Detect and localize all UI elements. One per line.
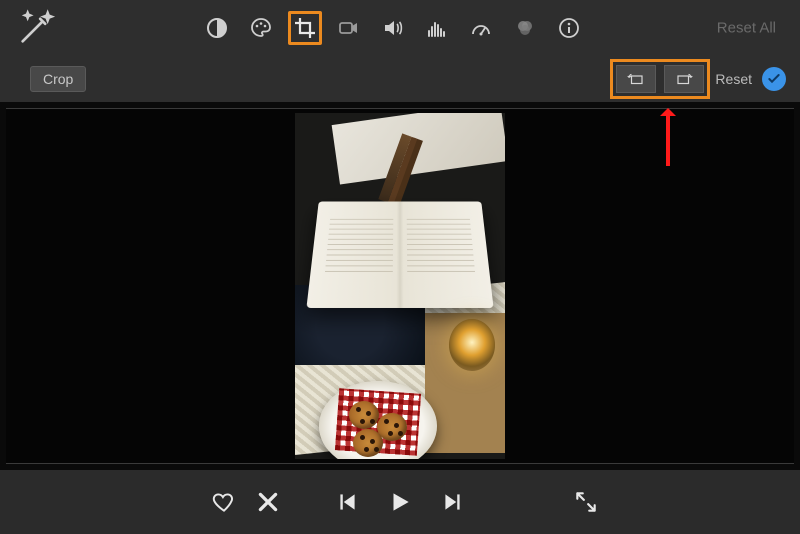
crop-icon — [293, 16, 317, 40]
x-icon — [255, 489, 281, 515]
contrast-icon — [205, 16, 229, 40]
media-clip — [295, 113, 505, 459]
color-circles-icon — [513, 16, 537, 40]
rotate-ccw-button[interactable] — [616, 65, 656, 93]
equalizer-button[interactable] — [420, 11, 454, 45]
checkmark-icon — [766, 71, 782, 87]
color-palette-button[interactable] — [244, 11, 278, 45]
rotate-counterclockwise-icon — [625, 70, 647, 88]
photo-cookie — [349, 401, 379, 429]
heart-icon — [211, 489, 237, 515]
equalizer-icon — [425, 16, 449, 40]
reset-crop-button[interactable]: Reset — [715, 71, 752, 87]
play-icon — [387, 489, 413, 515]
apply-button[interactable] — [762, 67, 786, 91]
magic-wand-button[interactable] — [16, 8, 56, 48]
rotate-buttons-group — [610, 59, 710, 99]
photo-papers — [332, 113, 505, 185]
favorite-button[interactable] — [210, 488, 238, 516]
rotate-clockwise-icon — [673, 70, 695, 88]
crop-button[interactable] — [288, 11, 322, 45]
info-button[interactable] — [552, 11, 586, 45]
magic-wand-icon — [16, 8, 56, 48]
reject-button[interactable] — [254, 488, 282, 516]
photo-cookie — [353, 429, 383, 457]
photo-candle — [449, 319, 495, 371]
transport-group — [333, 485, 467, 519]
tool-icons-row — [200, 0, 586, 56]
video-camera-button[interactable] — [332, 11, 366, 45]
volume-icon — [381, 16, 405, 40]
reset-all-button[interactable]: Reset All — [717, 20, 776, 37]
speedometer-icon — [469, 16, 493, 40]
fullscreen-icon — [573, 489, 599, 515]
crop-mode-button[interactable]: Crop — [30, 66, 86, 92]
speed-button[interactable] — [464, 11, 498, 45]
color-filter-button[interactable] — [508, 11, 542, 45]
prev-frame-button[interactable] — [333, 488, 361, 516]
next-frame-button[interactable] — [439, 488, 467, 516]
play-button[interactable] — [383, 485, 417, 519]
video-camera-icon — [337, 16, 361, 40]
rotate-cw-button[interactable] — [664, 65, 704, 93]
rating-group — [210, 488, 282, 516]
previous-frame-icon — [334, 489, 360, 515]
playback-footer — [0, 470, 800, 534]
crop-subbar: Crop Reset — [0, 56, 800, 102]
photo-open-book — [306, 202, 493, 308]
next-frame-icon — [440, 489, 466, 515]
fullscreen-group — [572, 488, 600, 516]
fullscreen-button[interactable] — [572, 488, 600, 516]
preview-viewport[interactable] — [6, 108, 794, 464]
info-icon — [557, 16, 581, 40]
annotation-red-arrow — [666, 110, 670, 166]
palette-icon — [249, 16, 273, 40]
contrast-button[interactable] — [200, 11, 234, 45]
adjustments-toolbar: Reset All — [0, 0, 800, 56]
volume-button[interactable] — [376, 11, 410, 45]
